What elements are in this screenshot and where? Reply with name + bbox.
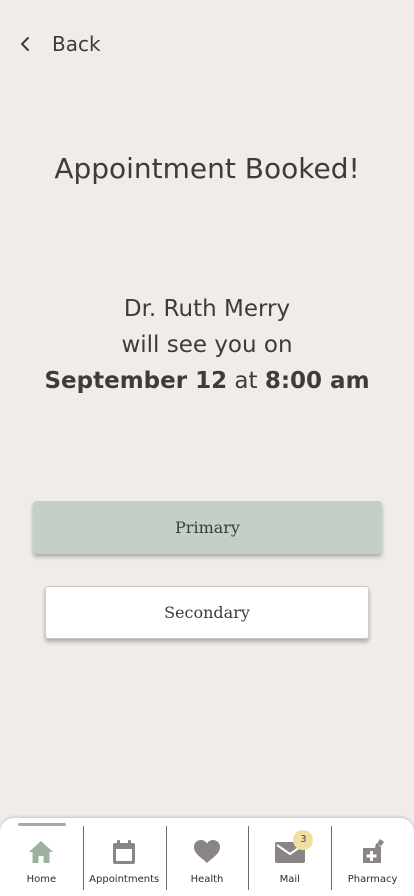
chevron-left-icon [18,35,32,53]
appointment-details: Dr. Ruth Merry will see you on September… [0,291,414,399]
heart-icon [192,838,222,866]
active-tab-indicator [18,823,66,826]
tab-label-appointments: Appointments [89,874,160,885]
tab-home[interactable]: Home [0,818,83,896]
appointment-line: will see you on [121,332,293,358]
at-text: at [234,368,258,394]
page-title: Appointment Booked! [54,152,360,185]
tab-mail[interactable]: 3 Mail [248,818,331,896]
tab-label-health: Health [190,874,224,885]
tab-label-home: Home [26,874,57,885]
tab-bar: Home Appointments Health 3 Mail Pharmacy [0,818,414,896]
doctor-name: Dr. Ruth Merry [123,296,291,322]
appointment-datetime: September 12 at 8:00 am [0,363,414,399]
tab-appointments[interactable]: Appointments [82,818,166,896]
calendar-icon [110,838,138,866]
primary-button[interactable]: Primary [33,501,382,554]
pharmacy-icon [359,838,387,866]
home-icon [27,838,55,866]
tab-health[interactable]: Health [165,818,249,896]
tab-label-mail: Mail [279,874,300,885]
appointment-date: September 12 [44,368,228,394]
back-label: Back [52,32,101,56]
secondary-button[interactable]: Secondary [45,586,369,639]
tab-pharmacy[interactable]: Pharmacy [331,818,414,896]
appointment-time: 8:00 am [264,368,370,394]
tab-label-pharmacy: Pharmacy [347,874,398,885]
back-button[interactable]: Back [18,30,101,58]
